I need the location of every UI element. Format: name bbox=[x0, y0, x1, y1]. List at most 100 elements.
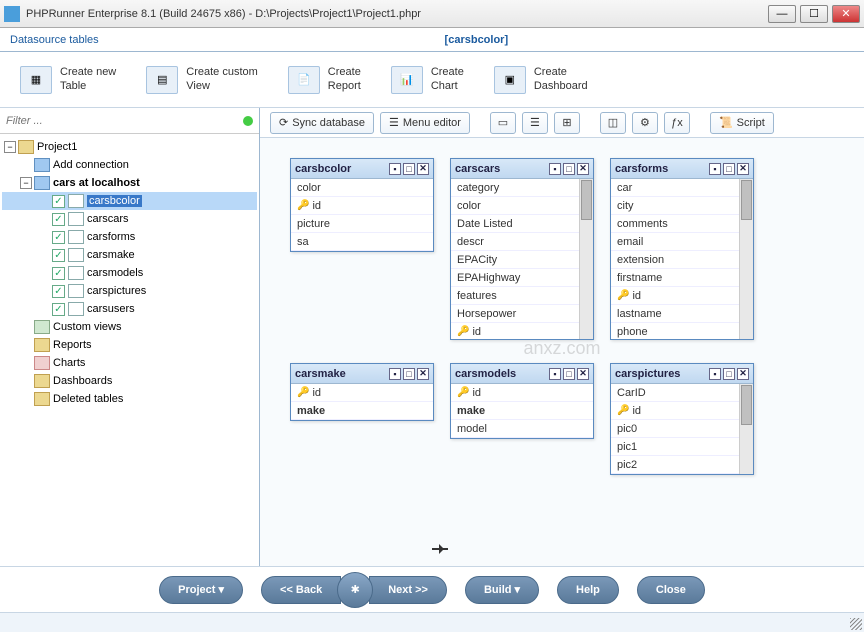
tree-dashboards[interactable]: Dashboards bbox=[2, 372, 257, 390]
field-row[interactable]: color bbox=[291, 179, 433, 197]
sync-database-button[interactable]: ⟳ Sync database bbox=[270, 112, 374, 134]
entity-minimize-icon[interactable]: ▪ bbox=[389, 368, 401, 380]
field-row[interactable]: extension bbox=[611, 251, 753, 269]
entity-maximize-icon[interactable]: □ bbox=[403, 368, 415, 380]
entity-header[interactable]: carscars▪□✕ bbox=[451, 159, 593, 179]
field-row[interactable]: sa bbox=[291, 233, 433, 251]
field-row[interactable]: 🔑id bbox=[451, 323, 593, 339]
tree-reports[interactable]: Reports bbox=[2, 336, 257, 354]
scrollbar-thumb[interactable] bbox=[741, 385, 752, 425]
field-row[interactable]: car bbox=[611, 179, 753, 197]
checkbox-icon[interactable]: ✓ bbox=[52, 303, 65, 316]
entity-close-icon[interactable]: ✕ bbox=[577, 368, 589, 380]
field-row[interactable]: 🔑id bbox=[611, 402, 753, 420]
tree-table-carsbcolor[interactable]: ✓carsbcolor bbox=[2, 192, 257, 210]
entity-close-icon[interactable]: ✕ bbox=[737, 163, 749, 175]
entity-maximize-icon[interactable]: □ bbox=[563, 368, 575, 380]
field-row[interactable]: make bbox=[291, 402, 433, 420]
checkbox-icon[interactable]: ✓ bbox=[52, 213, 65, 226]
close-window-button[interactable]: ✕ bbox=[832, 5, 860, 23]
field-row[interactable]: pic0 bbox=[611, 420, 753, 438]
entity-header[interactable]: carsmodels▪□✕ bbox=[451, 364, 593, 384]
checkbox-icon[interactable]: ✓ bbox=[52, 231, 65, 244]
entity-close-icon[interactable]: ✕ bbox=[737, 368, 749, 380]
field-row[interactable]: descr bbox=[451, 233, 593, 251]
tree-table-carsmodels[interactable]: ✓carsmodels bbox=[2, 264, 257, 282]
entity-maximize-icon[interactable]: □ bbox=[723, 163, 735, 175]
field-row[interactable]: category bbox=[451, 179, 593, 197]
entity-close-icon[interactable]: ✕ bbox=[417, 163, 429, 175]
toolbar-icon-4[interactable]: ◫ bbox=[600, 112, 626, 134]
tree-custom-views[interactable]: Custom views bbox=[2, 318, 257, 336]
tree-deleted[interactable]: Deleted tables bbox=[2, 390, 257, 408]
entity-carscars[interactable]: carscars▪□✕categorycolorDate Listeddescr… bbox=[450, 158, 594, 340]
entity-maximize-icon[interactable]: □ bbox=[403, 163, 415, 175]
field-row[interactable]: Horsepower bbox=[451, 305, 593, 323]
create-dashboard-button[interactable]: ▣ Create Dashboard bbox=[494, 66, 588, 94]
field-row[interactable]: 🔑id bbox=[291, 384, 433, 402]
tree-table-carsmake[interactable]: ✓carsmake bbox=[2, 246, 257, 264]
maximize-button[interactable]: ☐ bbox=[800, 5, 828, 23]
toolbar-icon-2[interactable]: ☰ bbox=[522, 112, 548, 134]
entity-minimize-icon[interactable]: ▪ bbox=[709, 368, 721, 380]
tree-table-carsforms[interactable]: ✓carsforms bbox=[2, 228, 257, 246]
create-report-button[interactable]: 📄 Create Report bbox=[288, 66, 361, 94]
entity-carsbcolor[interactable]: carsbcolor▪□✕color🔑idpicturesa bbox=[290, 158, 434, 252]
field-row[interactable]: Date Listed bbox=[451, 215, 593, 233]
entity-close-icon[interactable]: ✕ bbox=[577, 163, 589, 175]
scrollbar[interactable] bbox=[739, 384, 753, 474]
checkbox-icon[interactable]: ✓ bbox=[52, 267, 65, 280]
entity-minimize-icon[interactable]: ▪ bbox=[549, 368, 561, 380]
entity-carsforms[interactable]: carsforms▪□✕carcitycommentsemailextensio… bbox=[610, 158, 754, 340]
close-button[interactable]: Close bbox=[637, 576, 705, 604]
field-row[interactable]: 🔑id bbox=[611, 287, 753, 305]
create-table-button[interactable]: ▦ Create new Table bbox=[20, 66, 116, 94]
entity-header[interactable]: carsbcolor▪□✕ bbox=[291, 159, 433, 179]
entity-maximize-icon[interactable]: □ bbox=[723, 368, 735, 380]
tree-charts[interactable]: Charts bbox=[2, 354, 257, 372]
entity-minimize-icon[interactable]: ▪ bbox=[549, 163, 561, 175]
scrollbar[interactable] bbox=[579, 179, 593, 339]
project-tree[interactable]: − Project1 Add connection − cars at loca… bbox=[0, 134, 259, 566]
tree-add-connection[interactable]: Add connection bbox=[2, 156, 257, 174]
entity-carsmodels[interactable]: carsmodels▪□✕🔑idmakemodel bbox=[450, 363, 594, 439]
tree-table-carsusers[interactable]: ✓carsusers bbox=[2, 300, 257, 318]
field-row[interactable]: EPACity bbox=[451, 251, 593, 269]
create-chart-button[interactable]: 📊 Create Chart bbox=[391, 66, 464, 94]
help-button[interactable]: Help bbox=[557, 576, 619, 604]
field-row[interactable]: color bbox=[451, 197, 593, 215]
field-row[interactable]: 🔑id bbox=[291, 197, 433, 215]
back-button[interactable]: << Back bbox=[261, 576, 341, 604]
field-row[interactable]: picture bbox=[291, 215, 433, 233]
scrollbar[interactable] bbox=[739, 179, 753, 339]
scrollbar-thumb[interactable] bbox=[741, 180, 752, 220]
tree-table-carspictures[interactable]: ✓carspictures bbox=[2, 282, 257, 300]
tree-table-carscars[interactable]: ✓carscars bbox=[2, 210, 257, 228]
field-row[interactable]: model bbox=[451, 420, 593, 438]
create-view-button[interactable]: ▤ Create custom View bbox=[146, 66, 258, 94]
field-row[interactable]: features bbox=[451, 287, 593, 305]
run-button[interactable]: ✱ bbox=[337, 572, 373, 608]
toolbar-icon-5[interactable]: ⚙ bbox=[632, 112, 658, 134]
checkbox-icon[interactable]: ✓ bbox=[52, 249, 65, 262]
checkbox-icon[interactable]: ✓ bbox=[52, 195, 65, 208]
next-button[interactable]: Next >> bbox=[369, 576, 447, 604]
collapse-icon[interactable]: − bbox=[20, 177, 32, 189]
field-row[interactable]: email bbox=[611, 233, 753, 251]
tree-database[interactable]: − cars at localhost bbox=[2, 174, 257, 192]
field-row[interactable]: make bbox=[451, 402, 593, 420]
field-row[interactable]: phone bbox=[611, 323, 753, 339]
project-button[interactable]: Project ▾ bbox=[159, 576, 243, 604]
entity-carsmake[interactable]: carsmake▪□✕🔑idmake bbox=[290, 363, 434, 421]
checkbox-icon[interactable]: ✓ bbox=[52, 285, 65, 298]
entity-carspictures[interactable]: carspictures▪□✕CarID🔑idpic0pic1pic2 bbox=[610, 363, 754, 475]
filter-input[interactable] bbox=[6, 115, 237, 127]
field-row[interactable]: comments bbox=[611, 215, 753, 233]
diagram-area[interactable]: anxz.com carsbcolor▪□✕color🔑idpicturesac… bbox=[260, 138, 864, 566]
entity-close-icon[interactable]: ✕ bbox=[417, 368, 429, 380]
build-button[interactable]: Build ▾ bbox=[465, 576, 539, 604]
field-row[interactable]: firstname bbox=[611, 269, 753, 287]
field-row[interactable]: 🔑id bbox=[451, 384, 593, 402]
field-row[interactable]: CarID bbox=[611, 384, 753, 402]
toolbar-icon-3[interactable]: ⊞ bbox=[554, 112, 580, 134]
